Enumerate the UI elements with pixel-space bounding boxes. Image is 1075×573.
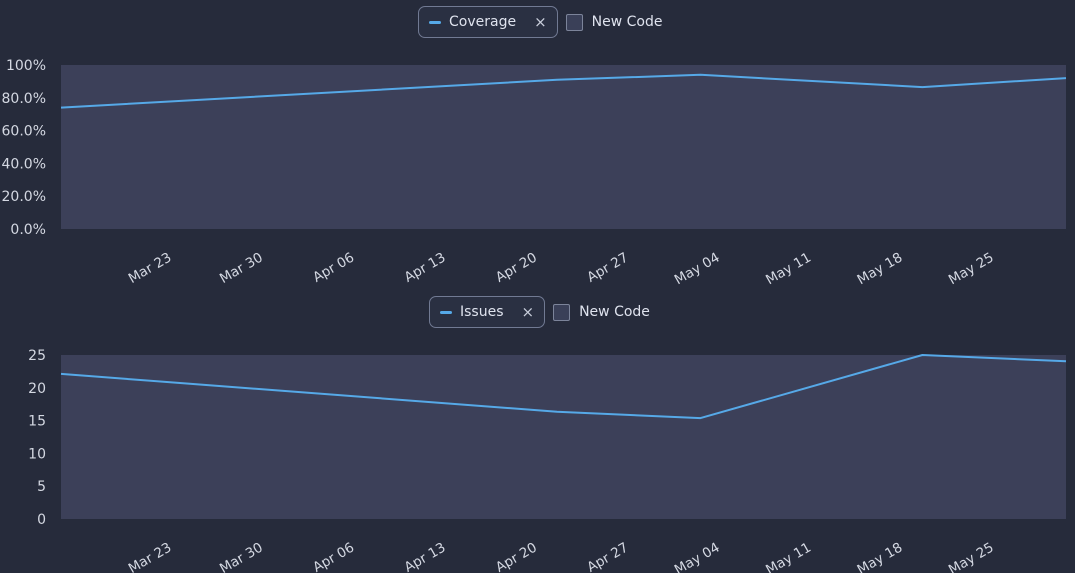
new-code-checkbox[interactable]: [553, 303, 571, 321]
coverage-x-tick-label: Apr 27: [584, 250, 631, 286]
issues-plot-area: [61, 355, 1066, 519]
issues-x-tick-label: Mar 30: [217, 540, 266, 573]
issues-series-swatch-icon: [440, 310, 452, 314]
coverage-x-tick-label: Apr 06: [310, 250, 357, 286]
coverage-legend: Coverage × New Code: [418, 5, 662, 39]
coverage-chart: 100% 80.0% 60.0% 40.0% 20.0% 0.0% Mar 23 Mar 30…: [2, 58, 1067, 289]
issues-y-tick-label: 10: [28, 446, 46, 462]
close-icon[interactable]: ×: [534, 14, 547, 30]
new-code-checkbox[interactable]: [565, 13, 583, 31]
coverage-x-tick-label: Apr 20: [493, 250, 540, 286]
issues-x-tick-label: May 11: [763, 540, 814, 573]
coverage-x-tick-label: May 04: [672, 250, 723, 289]
coverage-x-tick-label: May 11: [763, 250, 814, 289]
issues-y-tick-label: 15: [28, 414, 46, 430]
issues-x-tick-label: May 18: [854, 540, 905, 573]
coverage-legend-chip[interactable]: Coverage ×: [418, 6, 558, 38]
coverage-legend-label: Coverage: [449, 14, 517, 30]
issues-x-tick-label: Mar 23: [126, 540, 175, 573]
close-icon[interactable]: ×: [522, 304, 535, 320]
coverage-y-tick-label: 60.0%: [2, 124, 46, 140]
coverage-new-code-toggle[interactable]: New Code: [565, 13, 663, 31]
issues-y-tick-label: 0: [37, 512, 46, 528]
issues-x-tick-label: Apr 06: [310, 540, 357, 573]
coverage-x-tick-label: May 18: [854, 250, 905, 289]
coverage-y-tick-label: 80.0%: [2, 91, 46, 107]
issues-y-tick-label: 5: [37, 479, 46, 495]
issues-legend-label: Issues: [460, 304, 504, 320]
issues-x-tick-label: Apr 20: [493, 540, 540, 573]
issues-legend: Issues × New Code: [429, 295, 650, 329]
issues-y-tick-label: 20: [28, 381, 46, 397]
issues-new-code-toggle[interactable]: New Code: [553, 303, 650, 321]
coverage-y-tick-label: 0.0%: [10, 222, 46, 238]
new-code-label: New Code: [579, 304, 650, 320]
coverage-x-tick-label: Mar 30: [217, 250, 266, 287]
coverage-y-tick-label: 100%: [6, 58, 46, 74]
issues-y-tick-label: 25: [28, 348, 46, 364]
issues-x-tick-label: Apr 13: [402, 540, 449, 573]
coverage-x-tick-label: May 25: [946, 250, 997, 289]
issues-x-tick-label: Apr 27: [584, 540, 631, 573]
issues-legend-chip[interactable]: Issues ×: [429, 296, 546, 328]
coverage-x-tick-label: Apr 13: [402, 250, 449, 286]
issues-x-tick-label: May 25: [946, 540, 997, 573]
charts-canvas: Coverage × New Code 100% 80.0% 60.0% 40.0% 2…: [0, 0, 1075, 573]
coverage-x-tick-label: Mar 23: [126, 250, 175, 287]
issues-chart: 25 20 15 10 5 0 Mar 23 Mar 30 Apr 06 Apr 13 Apr 20…: [28, 348, 1067, 573]
issues-x-tick-label: May 04: [672, 540, 723, 573]
coverage-series-swatch-icon: [429, 20, 441, 24]
coverage-y-tick-label: 40.0%: [2, 156, 46, 172]
new-code-label: New Code: [591, 14, 663, 30]
coverage-plot-area: [61, 65, 1066, 229]
coverage-y-tick-label: 20.0%: [2, 189, 46, 205]
